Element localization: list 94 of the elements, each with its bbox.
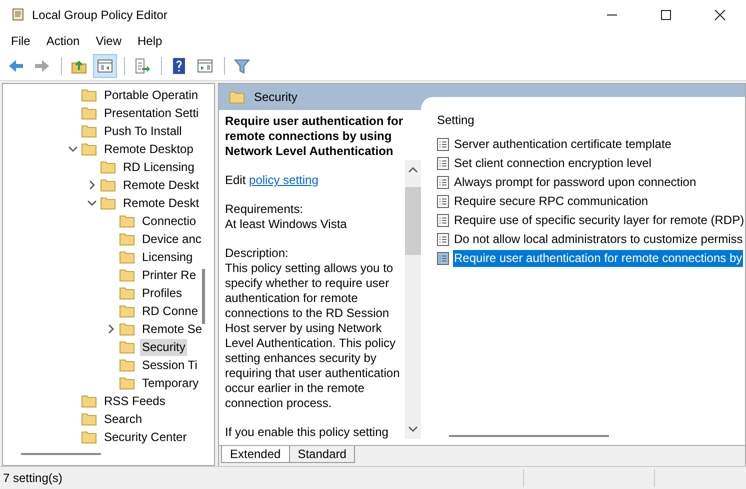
folder-icon — [119, 286, 135, 300]
chevron-down-icon[interactable] — [68, 144, 78, 154]
help-icon — [170, 57, 188, 75]
tree-item[interactable]: Connectio — [140, 212, 198, 230]
policy-icon — [437, 138, 449, 151]
scroll-down-icon[interactable] — [408, 424, 418, 434]
chevron-down-icon[interactable] — [87, 198, 97, 208]
folder-icon — [81, 394, 97, 408]
window-pane-icon — [96, 57, 114, 75]
policy-icon — [437, 214, 449, 227]
scrollbar-thumb[interactable] — [405, 187, 421, 255]
scrollbar-thumb[interactable] — [449, 435, 609, 437]
policy-icon — [437, 176, 449, 189]
folder-icon — [119, 322, 135, 336]
window-title: Local Group Policy Editor — [32, 8, 168, 22]
folder-icon — [81, 124, 97, 138]
tree-item[interactable]: Security Center — [102, 428, 189, 446]
description-text: If you enable this policy setting — [225, 425, 390, 440]
policy-icon — [437, 195, 449, 208]
requirements-label: Requirements: — [225, 202, 304, 217]
scroll-icon — [10, 7, 26, 23]
list-item[interactable]: Server authentication certificate template — [453, 136, 672, 153]
edit-label: Edit — [225, 173, 246, 187]
tree-item[interactable]: Licensing — [140, 248, 195, 266]
tree-item[interactable]: RSS Feeds — [102, 392, 168, 410]
tree-item[interactable]: RD Licensing — [121, 158, 196, 176]
folder-icon — [119, 340, 135, 354]
policy-setting-link[interactable]: policy setting — [249, 173, 318, 187]
list-item[interactable]: Do not allow local administrators to customize permiss — [453, 231, 744, 248]
tree-item[interactable]: RD Conne — [140, 302, 200, 320]
chevron-right-icon[interactable] — [87, 180, 97, 190]
forward-arrow-icon — [33, 57, 51, 75]
tree-item[interactable]: Profiles — [140, 284, 184, 302]
folder-icon — [229, 90, 245, 104]
scrollbar-thumb[interactable] — [202, 269, 205, 324]
export-list-icon — [133, 57, 151, 75]
tree-item[interactable]: Search — [102, 410, 144, 428]
policy-icon — [437, 157, 449, 170]
requirements-text: At least Windows Vista — [225, 217, 348, 232]
tree-item[interactable]: Presentation Setti — [102, 104, 201, 122]
folder-icon — [81, 430, 97, 444]
tree-item[interactable]: Push To Install — [102, 122, 184, 140]
folder-icon — [119, 376, 135, 390]
tree-item[interactable]: Remote Deskt — [121, 194, 202, 212]
maximize-icon[interactable] — [660, 9, 672, 21]
policy-icon — [437, 233, 449, 246]
filter-icon — [233, 57, 251, 75]
scroll-up-icon[interactable] — [408, 165, 418, 175]
list-item[interactable]: Always prompt for password upon connection — [453, 174, 698, 191]
scrollbar-thumb[interactable] — [21, 453, 101, 455]
folder-icon — [119, 232, 135, 246]
window-pane-icon — [196, 57, 214, 75]
tree-item[interactable]: Remote Deskt — [121, 176, 202, 194]
folder-icon — [100, 178, 116, 192]
folder-icon — [100, 160, 116, 174]
panel-title: Security — [254, 90, 298, 104]
status-text: 7 setting(s) — [2, 471, 64, 485]
column-header[interactable]: Setting — [437, 113, 745, 135]
list-item[interactable]: Set client connection encryption level — [453, 155, 652, 172]
policy-title: Require user authentication for remote connections by using Network Level Authentication — [225, 114, 404, 159]
tab[interactable]: Extended — [221, 446, 290, 463]
folder-icon — [81, 106, 97, 120]
folder-icon — [81, 88, 97, 102]
description-text: This policy setting allows you to specify whether to require user authentication for remote connections to the RD Session Host server by using Network Level Authentication. This policy setting enhances security by requiring that user authentication occur earlier in the remote connection process. — [225, 261, 401, 411]
list-item[interactable]: Require use of specific security layer for remote (RDP) — [453, 212, 745, 229]
back-arrow-icon — [7, 57, 25, 75]
list-item[interactable]: Require secure RPC communication — [453, 193, 650, 210]
folder-icon — [100, 196, 116, 210]
description-label: Description: — [225, 246, 290, 261]
tree-item[interactable]: Printer Re — [140, 266, 198, 284]
menu-item[interactable]: File — [6, 34, 36, 48]
folder-icon — [119, 268, 135, 282]
menu-item[interactable]: View — [90, 34, 126, 48]
folder-icon — [119, 214, 135, 228]
folder-icon — [119, 250, 135, 264]
folder-icon — [119, 304, 135, 318]
tree-item[interactable]: Temporary — [140, 374, 201, 392]
tree-item[interactable]: Remote Desktop — [102, 140, 196, 158]
chevron-right-icon[interactable] — [106, 324, 116, 334]
tree-item[interactable]: Portable Operatin — [102, 86, 200, 104]
folder-icon — [81, 142, 97, 156]
policy-icon — [437, 252, 449, 265]
tree-item[interactable]: Device anc — [140, 230, 204, 248]
tree-item[interactable]: Session Ti — [140, 356, 200, 374]
tree-item[interactable]: Security — [140, 338, 188, 356]
toolbar-tree-button[interactable] — [93, 54, 117, 78]
tab[interactable]: Standard — [288, 446, 356, 463]
folder-icon — [119, 358, 135, 372]
tree-item[interactable]: Remote Se — [140, 320, 204, 338]
list-item[interactable]: Require user authentication for remote connections by — [453, 250, 744, 267]
menu-item[interactable]: Action — [41, 34, 85, 48]
close-icon[interactable] — [714, 9, 726, 21]
menu-item[interactable]: Help — [132, 34, 168, 48]
folder-icon — [81, 412, 97, 426]
